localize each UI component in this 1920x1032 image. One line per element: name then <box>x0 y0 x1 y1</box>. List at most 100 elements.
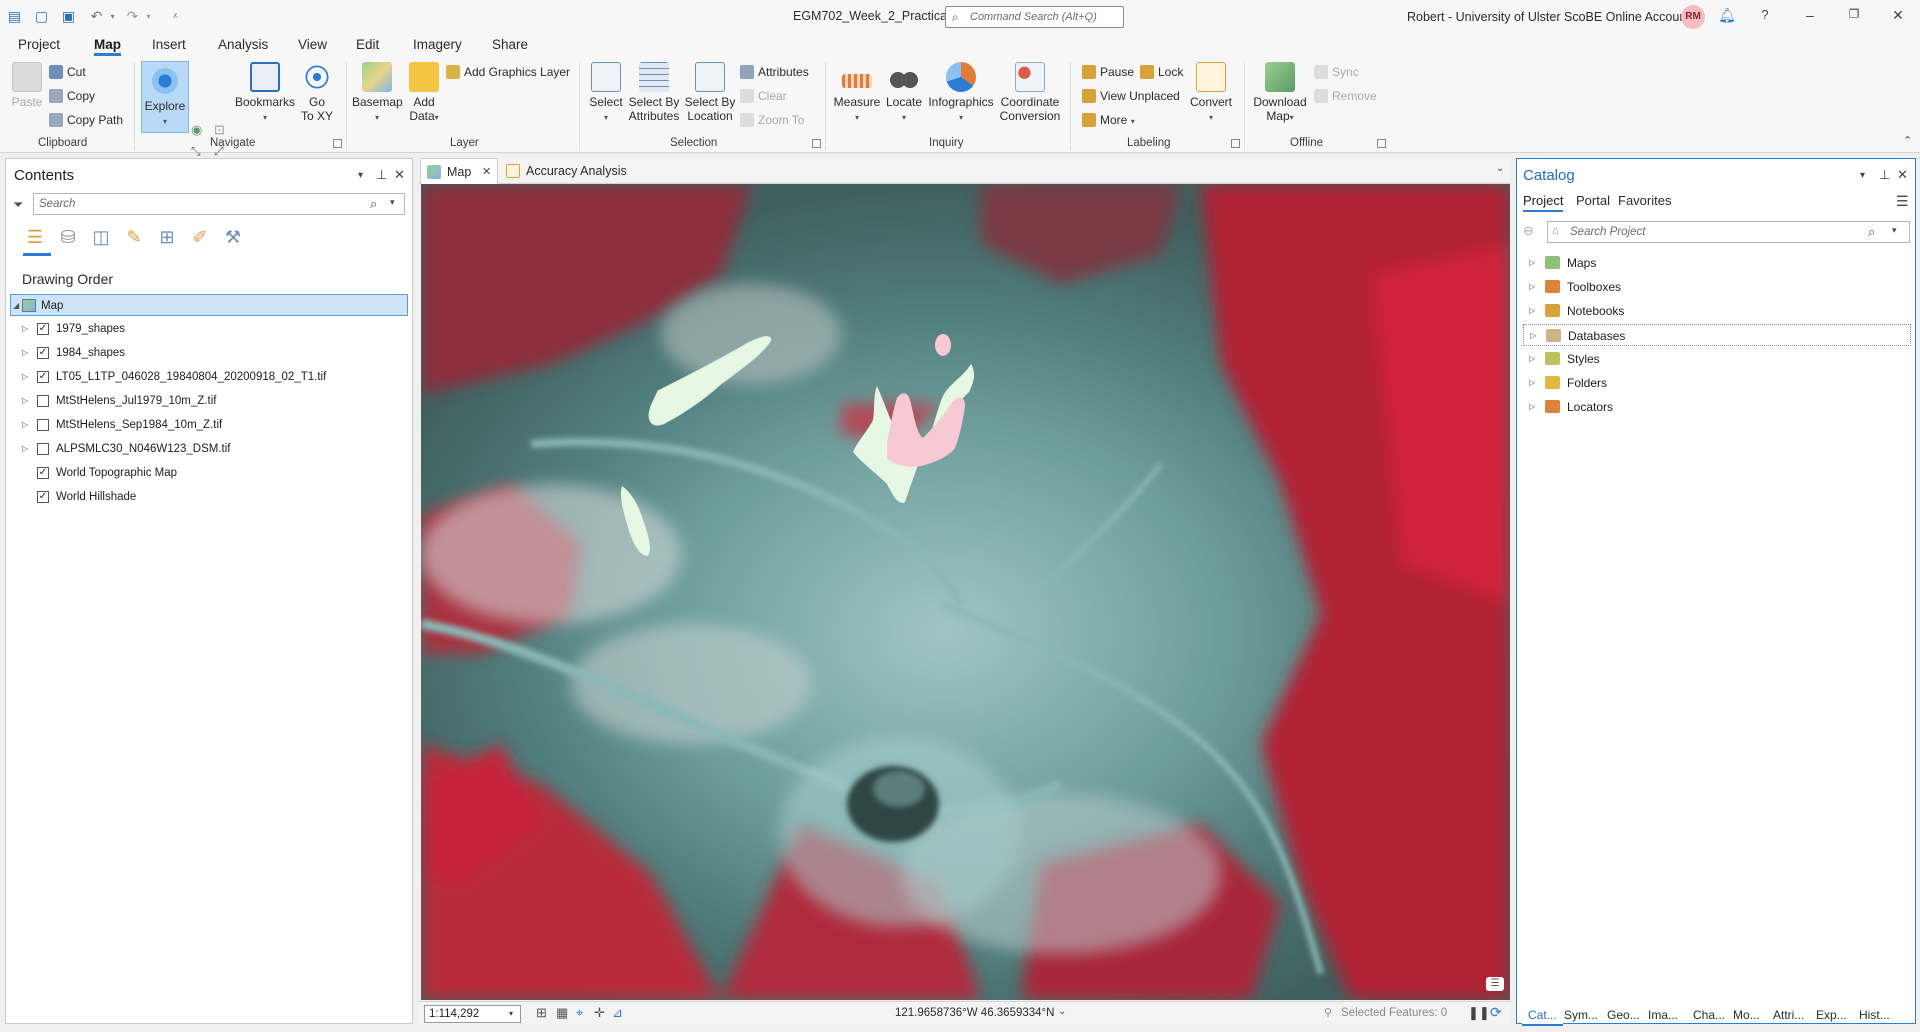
list-by-drawing-order-icon[interactable]: ☰ <box>23 225 47 249</box>
help-icon[interactable]: ? <box>1755 7 1775 22</box>
close-window-icon[interactable]: ✕ <box>1888 7 1908 24</box>
tab-analysis[interactable]: Analysis <box>218 37 268 52</box>
close-tab-icon[interactable]: ✕ <box>482 159 491 185</box>
remove-button[interactable]: Remove <box>1314 86 1377 106</box>
pane-options-dropdown-icon[interactable]: ▾ <box>1860 170 1865 181</box>
catalog-item[interactable]: ▷ Folders <box>1523 372 1911 394</box>
notification-bell-icon[interactable]: 🔔︎ <box>1717 7 1737 24</box>
attributes-button[interactable]: Attributes <box>740 62 809 82</box>
collapse-ribbon-icon[interactable]: ⌃ <box>1903 134 1912 147</box>
map-notes-icon[interactable]: ☰ <box>1486 977 1504 991</box>
search-options-dropdown-icon[interactable]: ▾ <box>390 197 395 208</box>
list-by-data-source-icon[interactable]: ⛁ <box>56 225 80 249</box>
dock-tab[interactable]: Sym... <box>1564 1004 1598 1026</box>
undo-dropdown-icon[interactable]: ▾ <box>104 8 121 25</box>
pause-drawing-icon[interactable]: ❚❚ <box>1468 1005 1490 1021</box>
dock-tab[interactable]: Attri... <box>1773 1004 1804 1026</box>
zoom-to-selection-button[interactable]: Zoom To <box>740 110 804 130</box>
layer-row[interactable]: ▷ ✓ 1979_shapes <box>10 318 408 340</box>
pin-icon[interactable]: ⊥ <box>1879 167 1890 183</box>
tab-insert[interactable]: Insert <box>152 37 186 52</box>
filter-icon[interactable]: ⏷ <box>13 197 23 213</box>
expand-icon[interactable]: ▷ <box>22 318 28 340</box>
dock-tab[interactable]: Exp... <box>1816 1004 1847 1026</box>
layer-row[interactable]: ▷ MtStHelens_Sep1984_10m_Z.tif <box>10 414 408 436</box>
redo-dropdown-icon[interactable]: ▾ <box>140 8 157 25</box>
list-by-editing-icon[interactable]: ✎ <box>122 225 146 249</box>
layer-row[interactable]: ▷ ALPSMLC30_N046W123_DSM.tif <box>10 438 408 460</box>
catalog-item[interactable]: ▷ Notebooks <box>1523 300 1911 322</box>
layer-visibility-checkbox[interactable]: ✓ <box>37 467 49 479</box>
expand-icon[interactable]: ▷ <box>1529 300 1535 322</box>
scale-dropdown-icon[interactable]: ▾ <box>509 1006 513 1022</box>
minimize-icon[interactable]: – <box>1800 7 1820 23</box>
copy-path-button[interactable]: Copy Path <box>49 110 123 130</box>
sync-button[interactable]: Sync <box>1314 62 1359 82</box>
catalog-menu-icon[interactable]: ☰ <box>1896 193 1909 210</box>
layer-visibility-checkbox[interactable] <box>37 395 49 407</box>
pause-labeling-button[interactable]: Pause <box>1082 62 1134 82</box>
labeling-launcher-icon[interactable] <box>1231 139 1240 148</box>
map-node[interactable]: ◢ Map <box>10 294 408 316</box>
layer-visibility-checkbox[interactable] <box>37 443 49 455</box>
expand-icon[interactable]: ▷ <box>22 414 28 436</box>
tab-map[interactable]: Map <box>94 37 121 56</box>
catalog-tab-favorites[interactable]: Favorites <box>1618 193 1671 208</box>
layer-row[interactable]: ▷ ✓ 1984_shapes <box>10 342 408 364</box>
command-search-input[interactable]: ⌕ Command Search (Alt+Q) <box>945 6 1124 28</box>
infographics-button[interactable]: Infographics ▾ <box>926 62 996 125</box>
list-by-snapping-icon[interactable]: ⊞ <box>155 225 179 249</box>
dock-tab[interactable]: Cha... <box>1693 1004 1725 1026</box>
dock-tab[interactable]: Hist... <box>1859 1004 1890 1026</box>
home-icon[interactable]: ⌂ <box>1552 225 1559 237</box>
catalog-item[interactable]: ▷ Toolboxes <box>1523 276 1911 298</box>
offline-launcher-icon[interactable] <box>1377 139 1386 148</box>
layer-row[interactable]: ▷ MtStHelens_Jul1979_10m_Z.tif <box>10 390 408 412</box>
expand-icon[interactable]: ▷ <box>1529 396 1535 418</box>
view-unplaced-button[interactable]: View Unplaced <box>1082 86 1180 106</box>
tab-map-view[interactable]: Map ✕ <box>420 158 498 184</box>
tab-imagery[interactable]: Imagery <box>413 37 462 52</box>
layer-visibility-checkbox[interactable]: ✓ <box>37 323 49 335</box>
list-by-selection-icon[interactable]: ◫ <box>89 225 113 249</box>
fixed-zoom-in-icon[interactable]: ⊞ <box>536 1005 547 1021</box>
rotation-icon[interactable]: ⌖ <box>576 1005 583 1021</box>
more-labeling-button[interactable]: More ▾ <box>1082 110 1135 130</box>
coordinate-conversion-button[interactable]: Coordinate Conversion <box>998 62 1062 123</box>
contents-search-input[interactable]: Search ⌕ ▾ <box>33 193 405 215</box>
layer-visibility-checkbox[interactable]: ✓ <box>37 347 49 359</box>
catalog-tab-portal[interactable]: Portal <box>1576 193 1610 208</box>
dock-tab[interactable]: Geo... <box>1607 1004 1640 1026</box>
paste-button[interactable]: Paste <box>10 62 44 109</box>
list-by-perspective-imagery-icon[interactable]: ⚒ <box>221 225 245 249</box>
grid-icon[interactable]: ▦ <box>556 1005 568 1021</box>
convert-button[interactable]: Convert ▾ <box>1188 62 1234 125</box>
scale-selector[interactable]: 1:114,292 ▾ <box>424 1005 521 1023</box>
new-project-icon[interactable]: ▤ <box>6 8 23 25</box>
dock-tab[interactable]: Ima... <box>1648 1004 1678 1026</box>
tab-view[interactable]: View <box>298 37 327 52</box>
back-icon[interactable]: ⊖ <box>1523 223 1534 239</box>
expand-icon[interactable]: ▷ <box>22 390 28 412</box>
redo-icon[interactable]: ↷ <box>124 8 141 25</box>
tab-accuracy-analysis[interactable]: Accuracy Analysis <box>500 158 630 184</box>
coordinate-format-dropdown-icon[interactable]: ⌄ <box>1058 1006 1066 1017</box>
expand-icon[interactable]: ▷ <box>22 438 28 460</box>
download-map-button[interactable]: Download Map▾ <box>1251 62 1309 125</box>
tab-edit[interactable]: Edit <box>356 37 379 52</box>
layer-row[interactable]: ✓ World Hillshade <box>10 486 408 508</box>
open-project-icon[interactable]: ▢ <box>33 8 50 25</box>
avatar[interactable]: RM <box>1681 5 1705 29</box>
add-graphics-layer-button[interactable]: Add Graphics Layer <box>446 62 570 82</box>
layer-row[interactable]: ▷ ✓ LT05_L1TP_046028_19840804_20200918_02_… <box>10 366 408 388</box>
select-by-location-button[interactable]: Select By Location <box>684 62 736 123</box>
restore-icon[interactable]: ❐ <box>1844 7 1864 21</box>
tab-project[interactable]: Project <box>18 37 60 52</box>
go-to-xy-button[interactable]: Go To XY <box>298 62 336 123</box>
dock-tab[interactable]: Mo... <box>1733 1004 1760 1026</box>
navigate-launcher-icon[interactable] <box>333 139 342 148</box>
layer-row[interactable]: ✓ World Topographic Map <box>10 462 408 484</box>
tab-list-dropdown-icon[interactable]: ⌄ <box>1496 163 1504 174</box>
measure-button[interactable]: Measure ▾ <box>833 62 881 125</box>
add-data-button[interactable]: Add Data▾ <box>405 62 443 125</box>
